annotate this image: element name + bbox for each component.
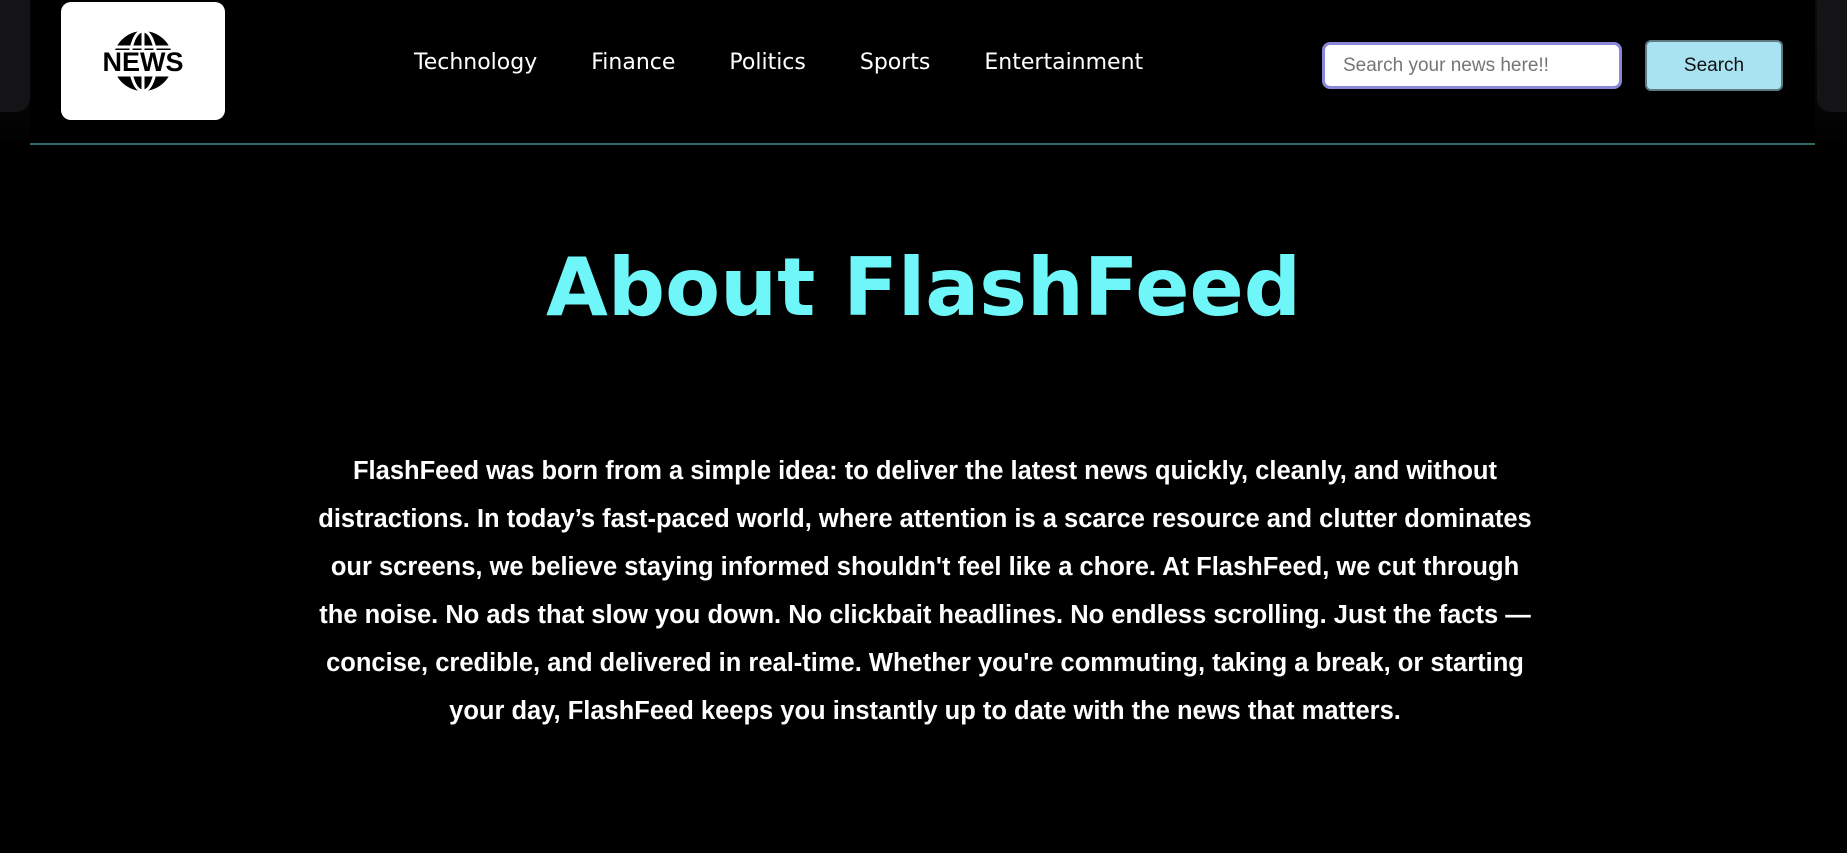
header-edge-left bbox=[0, 0, 30, 112]
header-edge-right bbox=[1817, 0, 1847, 112]
nav-sports[interactable]: Sports bbox=[860, 50, 931, 75]
page: NEWS Technology Finance Politics Sports … bbox=[0, 0, 1847, 853]
search-button[interactable]: Search bbox=[1645, 40, 1783, 91]
nav-politics[interactable]: Politics bbox=[729, 50, 805, 75]
nav-entertainment[interactable]: Entertainment bbox=[984, 50, 1143, 75]
nav-finance[interactable]: Finance bbox=[591, 50, 675, 75]
main-nav: Technology Finance Politics Sports Enter… bbox=[414, 50, 1197, 75]
nav-technology[interactable]: Technology bbox=[414, 50, 537, 75]
site-header: NEWS Technology Finance Politics Sports … bbox=[30, 0, 1815, 145]
logo-text: NEWS bbox=[103, 47, 184, 77]
news-logo[interactable]: NEWS bbox=[61, 2, 225, 120]
search-input[interactable] bbox=[1322, 42, 1622, 89]
about-paragraph: FlashFeed was born from a simple idea: t… bbox=[318, 457, 1532, 725]
globe-logo-icon: NEWS bbox=[88, 29, 198, 93]
page-title: About FlashFeed bbox=[546, 241, 1301, 334]
